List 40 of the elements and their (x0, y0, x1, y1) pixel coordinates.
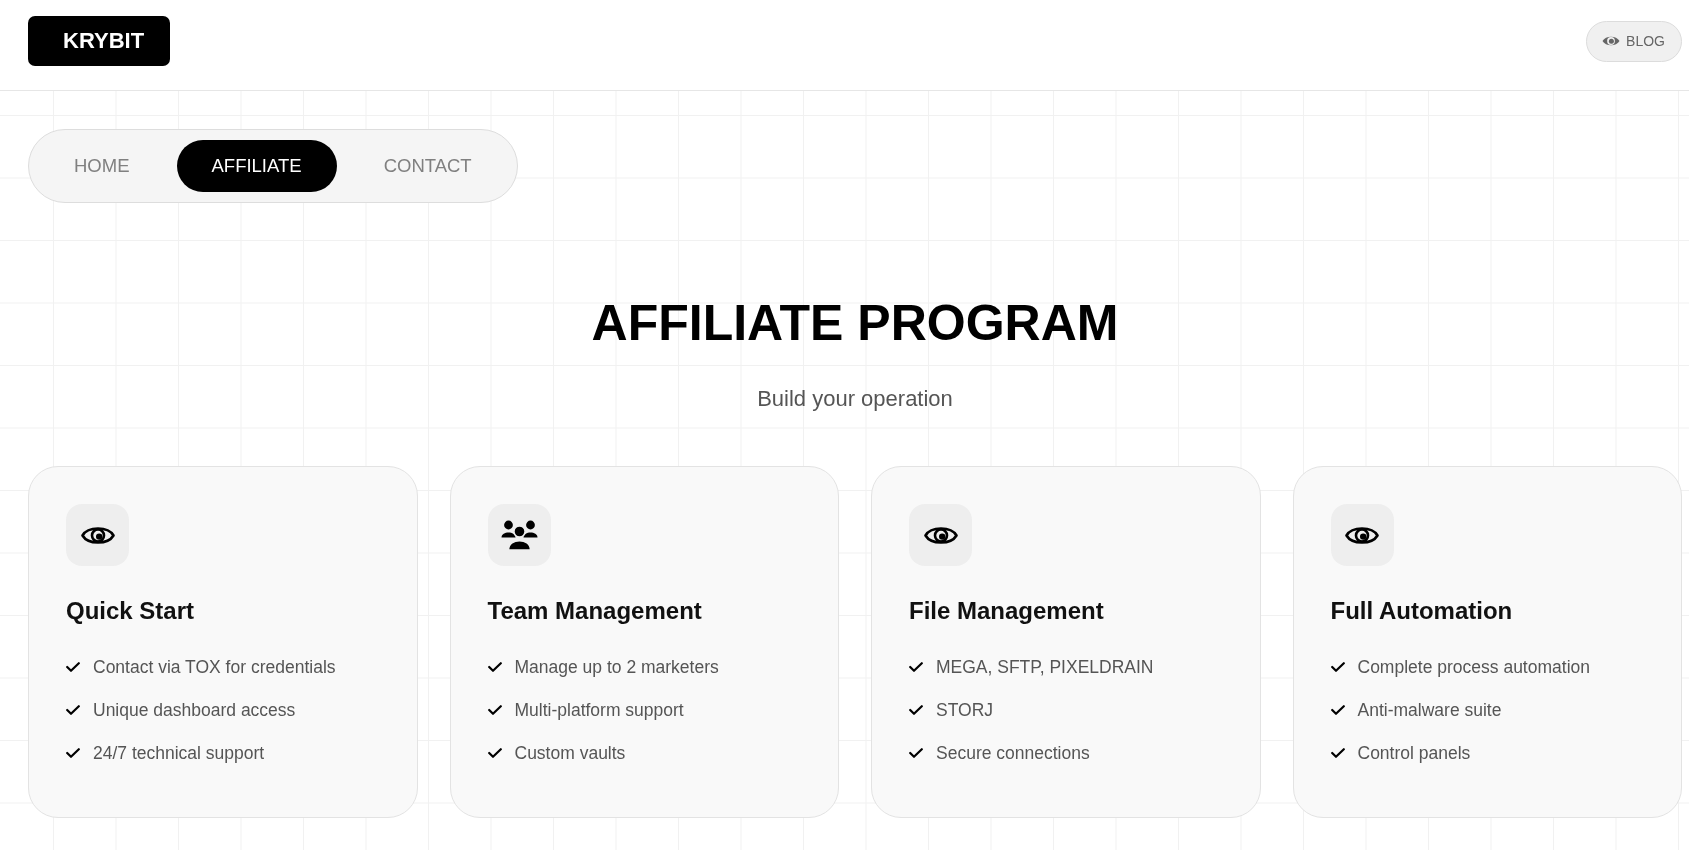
eye-icon (1330, 504, 1394, 566)
feature-text: Secure connections (936, 742, 1090, 764)
card-title: Quick Start (66, 596, 196, 625)
feature-text: Complete process automation (1357, 656, 1590, 678)
check-icon (66, 748, 80, 758)
card-title: Team Management (487, 596, 703, 625)
eye-icon (1602, 35, 1621, 47)
check-icon (487, 748, 502, 758)
page-subtitle: Build your operation (756, 385, 954, 412)
nav-tab[interactable]: CONTACT (348, 140, 507, 192)
check-icon (1330, 662, 1345, 672)
nav-tab[interactable]: HOME (39, 140, 165, 192)
check-icon (487, 705, 502, 715)
feature-text: Manage up to 2 marketers (514, 656, 719, 678)
people-icon (487, 504, 551, 566)
feature-text: Multi-platform support (514, 699, 684, 721)
page-title: AFFILIATE PROGRAM (590, 294, 1120, 353)
check-icon (1330, 705, 1345, 715)
logo[interactable]: KRYBIT (28, 16, 171, 66)
feature-text: Contact via TOX for credentials (93, 656, 336, 678)
feature-text: 24/7 technical support (93, 742, 265, 764)
eye-icon (66, 504, 129, 566)
feature-text: Custom vaults (514, 742, 626, 764)
check-icon (66, 662, 80, 672)
check-icon (487, 662, 502, 672)
feature-text: Anti-malware suite (1357, 699, 1502, 721)
blog-button[interactable]: BLOG (1586, 20, 1682, 62)
card-title: File Management (909, 596, 1105, 625)
nav-tab[interactable]: AFFILIATE (176, 140, 337, 192)
feature-text: Control panels (1357, 742, 1471, 764)
check-icon (909, 705, 923, 715)
eye-icon (909, 504, 972, 566)
feature-text: Unique dashboard access (93, 699, 296, 721)
feature-text: MEGA, SFTP, PIXELDRAIN (936, 656, 1154, 678)
feature-text: STORJ (936, 699, 994, 721)
card-title: Full Automation (1330, 596, 1514, 625)
check-icon (66, 705, 80, 715)
check-icon (1330, 748, 1345, 758)
check-icon (909, 662, 923, 672)
check-icon (909, 748, 923, 758)
